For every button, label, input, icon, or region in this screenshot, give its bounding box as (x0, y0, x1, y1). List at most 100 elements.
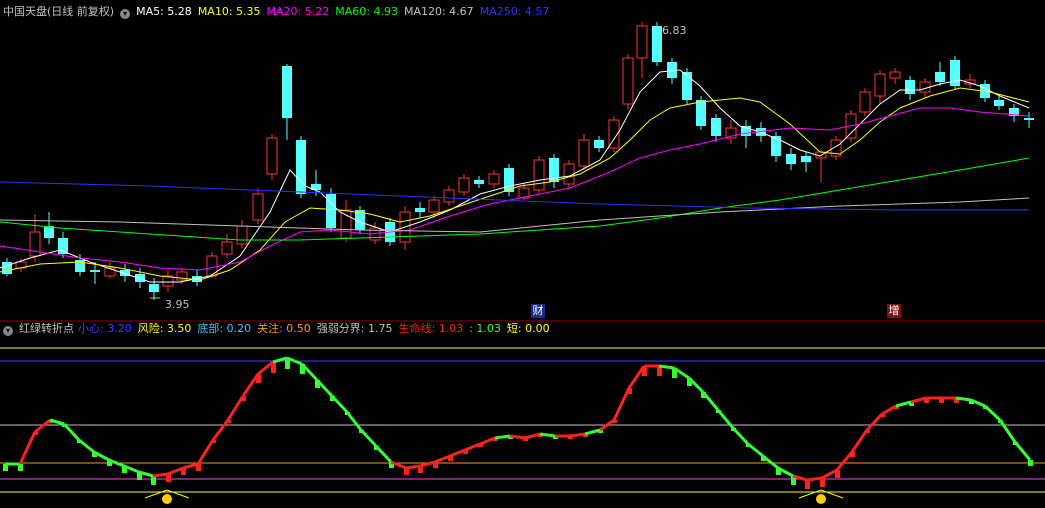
event-marker-zeng[interactable]: 增 (887, 304, 901, 318)
osc-curve-segment (152, 472, 169, 478)
candle-body-up (578, 139, 590, 167)
candle-body-up (533, 159, 545, 191)
osc-curve-segment (330, 394, 349, 414)
osc-curve-segment (78, 438, 95, 454)
candle-body-down (905, 80, 915, 94)
indicator-param-7: 短: 0.00 (506, 322, 550, 335)
low-price-label: 3.95 (165, 298, 190, 311)
candle-body-up (874, 73, 886, 97)
osc-curve-segment (359, 428, 378, 448)
candle-body-down (652, 26, 662, 62)
osc-curve-segment (1013, 441, 1032, 461)
candle-body-down (474, 180, 484, 184)
stock-chart[interactable]: 3.95 6.83 (0, 0, 1045, 508)
osc-curve-segment (241, 373, 260, 397)
candle-body-up (488, 173, 500, 185)
high-price-label: 6.83 (662, 24, 687, 37)
osc-curve-segment (569, 432, 586, 438)
ma5-line (0, 69, 1030, 283)
chevron-down-icon[interactable]: ▾ (3, 326, 13, 336)
osc-curve-segment (539, 432, 556, 438)
osc-curve-segment (257, 360, 274, 376)
osc-curve-segment (226, 395, 245, 421)
osc-curve-segment (196, 439, 215, 465)
osc-curve-segment (449, 448, 466, 458)
osc-curve-segment (62, 422, 81, 442)
indicator-param-5: 生命线: 1.03 (398, 322, 464, 335)
ma-legend-item-4: MA120: 4.67 (403, 5, 474, 18)
osc-curve-segment (18, 431, 37, 465)
candle-body-down (282, 66, 292, 118)
ma-legend: MA5: 5.28 MA10: 5.35 MA20: 5.22 MA60: 4.93 M… (136, 5, 555, 18)
candle-body-up (563, 163, 575, 185)
osc-curve-segment (167, 466, 184, 476)
candle-body-down (696, 100, 706, 126)
candle-body-up (236, 225, 248, 245)
osc-curve-segment (479, 436, 496, 446)
osc-curve-segment (211, 419, 230, 441)
candle-body-down (994, 100, 1004, 106)
osc-bar (1028, 460, 1033, 466)
candle-body-down (44, 226, 54, 238)
candle-body-up (859, 91, 871, 113)
osc-curve-segment (182, 462, 199, 470)
osc-curve-segment (731, 426, 750, 446)
osc-curve-segment (998, 419, 1017, 443)
candle-body-up (206, 255, 218, 277)
candle-body-up (889, 71, 901, 79)
indicator-param-0: 小心: 3.20 (78, 322, 132, 335)
osc-curve-segment (865, 412, 884, 432)
candle-body-down (786, 154, 796, 164)
ma120-line (0, 197, 1030, 233)
osc-curve-segment (835, 451, 854, 471)
candle-body-down (1024, 118, 1034, 120)
indicator-params: 小心: 3.20 风险: 3.50 底部: 0.20 关注: 0.50 强弱分界: 1.… (78, 322, 556, 335)
osc-curve-segment (895, 400, 912, 408)
osc-curve-segment (955, 396, 972, 402)
ma-legend-item-0: MA5: 5.28 (136, 5, 192, 18)
candle-body-up (428, 199, 440, 213)
osc-curve-segment (701, 391, 720, 411)
ma-legend-item-1: MA10: 5.35 (197, 5, 261, 18)
candle-body-up (458, 177, 470, 193)
osc-curve-segment (762, 454, 779, 470)
candle-body-up (622, 57, 634, 105)
osc-curve-segment (658, 364, 675, 370)
main-panel-title: 中国天盘(日线 前复权) (3, 5, 115, 18)
indicator-param-4: 强弱分界: 1.75 (316, 322, 393, 335)
candle-body-up (29, 231, 41, 257)
ma-legend-item-3: MA60: 4.93 (335, 5, 398, 18)
candle-body-down (935, 72, 945, 82)
osc-curve-segment (910, 396, 927, 404)
osc-curve-segment (464, 442, 481, 452)
osc-curve-segment (374, 444, 393, 464)
osc-curve-segment (524, 432, 541, 440)
event-marker-cai[interactable]: 财 (531, 304, 545, 318)
candle-body-down (415, 208, 425, 212)
indicator-param-2: 底部: 0.20 (197, 322, 252, 335)
osc-curve-segment (584, 428, 601, 436)
ma-legend-item-5: MA250: 4.57 (479, 5, 550, 18)
candle-body-down (801, 156, 811, 162)
chevron-down-icon[interactable]: ▾ (120, 9, 131, 19)
candle-body-down (594, 140, 604, 148)
osc-curve-segment (494, 434, 511, 440)
ma-legend-item-2: MA20: 5.22 (266, 5, 330, 18)
candle-body-up (104, 267, 116, 277)
osc-curve-segment (345, 411, 363, 431)
ma250-line (0, 181, 1029, 211)
candle-body-up (266, 137, 278, 175)
osc-curve-segment (806, 476, 823, 482)
signal-dot (816, 494, 826, 504)
osc-curve-segment (509, 434, 526, 440)
indicator-param-3: 关注: 0.50 (257, 322, 311, 335)
candle-body-up (221, 241, 233, 255)
candle-body-down (771, 136, 781, 156)
osc-curve-segment (747, 442, 764, 458)
osc-curve-segment (983, 404, 1002, 422)
signal-dot (162, 494, 172, 504)
main-panel-header: 中国天盘(日线 前复权) ▾ MA5: 5.28 MA10: 5.35 MA20: 5.… (3, 4, 561, 20)
candle-body-up (252, 193, 264, 221)
osc-curve-segment (434, 454, 451, 464)
osc-curve-segment (627, 365, 646, 389)
